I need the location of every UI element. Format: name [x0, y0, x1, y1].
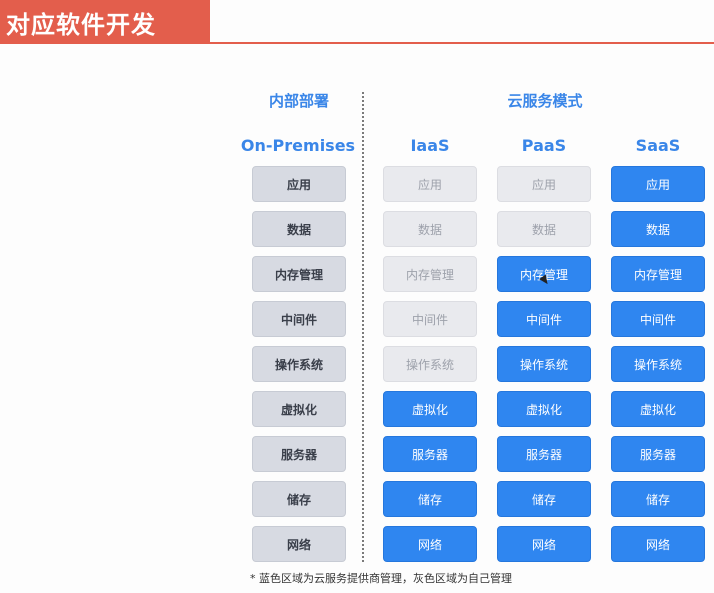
title-underline [210, 0, 714, 44]
layer-cell-on-premises-0: 应用 [252, 166, 346, 202]
layer-cell-iaas-1: 数据 [383, 211, 477, 247]
page-title-banner: 对应软件开发 [0, 0, 210, 44]
layer-cell-paas-6: 服务器 [497, 436, 591, 472]
column-header-on-premises: On-Premises [240, 136, 356, 155]
layer-cell-iaas-4: 操作系统 [383, 346, 477, 382]
layer-cell-on-premises-2: 内存管理 [252, 256, 346, 292]
layer-cell-saas-4: 操作系统 [611, 346, 705, 382]
layer-cell-saas-5: 虚拟化 [611, 391, 705, 427]
layer-cell-iaas-0: 应用 [383, 166, 477, 202]
legend-footnote: * 蓝色区域为云服务提供商管理，灰色区域为自己管理 [250, 572, 512, 585]
layer-cell-saas-6: 服务器 [611, 436, 705, 472]
layer-cell-saas-1: 数据 [611, 211, 705, 247]
column-header-paas: PaaS [521, 136, 567, 155]
layer-cell-paas-3: 中间件 [497, 301, 591, 337]
layer-cell-paas-1: 数据 [497, 211, 591, 247]
layer-cell-iaas-3: 中间件 [383, 301, 477, 337]
column-header-iaas: IaaS [410, 136, 450, 155]
layer-cell-on-premises-5: 虚拟化 [252, 391, 346, 427]
layer-cell-saas-8: 网络 [611, 526, 705, 562]
layer-cell-on-premises-4: 操作系统 [252, 346, 346, 382]
layer-cell-saas-7: 储存 [611, 481, 705, 517]
group-header-cloud: 云服务模式 [507, 92, 583, 110]
layer-cell-iaas-7: 储存 [383, 481, 477, 517]
layer-cell-on-premises-3: 中间件 [252, 301, 346, 337]
layer-cell-saas-3: 中间件 [611, 301, 705, 337]
layer-cell-paas-0: 应用 [497, 166, 591, 202]
layer-cell-iaas-6: 服务器 [383, 436, 477, 472]
layer-cell-paas-5: 虚拟化 [497, 391, 591, 427]
layer-cell-on-premises-6: 服务器 [252, 436, 346, 472]
column-header-saas: SaaS [635, 136, 681, 155]
layer-cell-iaas-2: 内存管理 [383, 256, 477, 292]
layer-cell-paas-7: 储存 [497, 481, 591, 517]
layer-cell-on-premises-8: 网络 [252, 526, 346, 562]
layer-cell-iaas-5: 虚拟化 [383, 391, 477, 427]
layer-cell-paas-8: 网络 [497, 526, 591, 562]
group-header-on-premises: 内部部署 [268, 92, 329, 110]
page-title: 对应软件开发 [6, 10, 156, 39]
layer-cell-saas-2: 内存管理 [611, 256, 705, 292]
layer-cell-on-premises-7: 储存 [252, 481, 346, 517]
section-divider [362, 92, 364, 562]
layer-cell-paas-4: 操作系统 [497, 346, 591, 382]
layer-cell-saas-0: 应用 [611, 166, 705, 202]
layer-cell-on-premises-1: 数据 [252, 211, 346, 247]
layer-cell-iaas-8: 网络 [383, 526, 477, 562]
